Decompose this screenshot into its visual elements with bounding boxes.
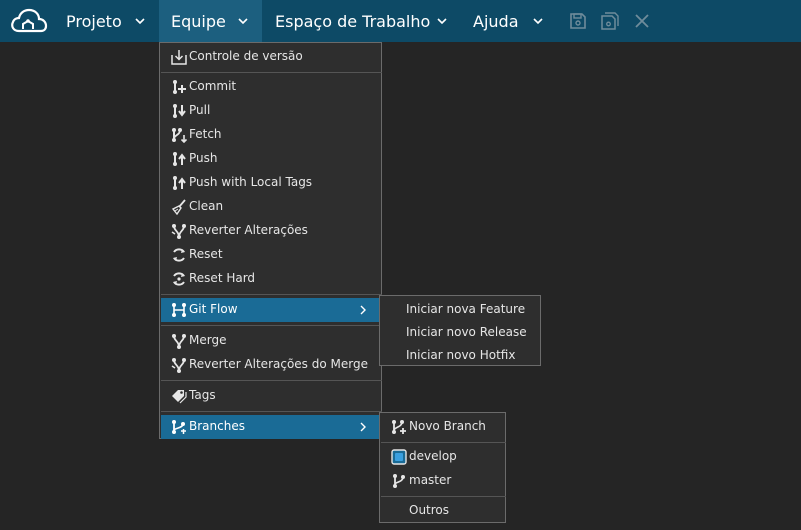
menu-equipe-label: Equipe: [171, 11, 226, 31]
submenu-item-iniciar-nova-feature[interactable]: Iniciar nova Feature: [381, 298, 541, 320]
git-fetch-icon: [172, 128, 187, 143]
menu-item-reset[interactable]: Reset: [161, 243, 382, 267]
menu-equipe[interactable]: Equipe: [159, 0, 262, 42]
save-all-icon[interactable]: [601, 12, 619, 30]
reset-hard-icon: [173, 272, 185, 286]
close-icon[interactable]: [633, 12, 651, 30]
menu-item-clean[interactable]: Clean: [161, 195, 382, 219]
equipe-dropdown-menu: Controle de versão Commit Pull Fetch Pus…: [159, 42, 382, 439]
branch-item-develop[interactable]: develop: [381, 445, 506, 469]
menu-espaco-de-trabalho[interactable]: Espaço de Trabalho: [262, 0, 460, 42]
menu-separator: [161, 294, 382, 295]
menu-separator: [161, 380, 382, 381]
menu-item-reset-hard[interactable]: Reset Hard: [161, 267, 382, 291]
git-flow-submenu: Iniciar nova Feature Iniciar novo Releas…: [379, 295, 541, 366]
download-box-icon: [171, 50, 187, 65]
menu-item-controle-de-versao[interactable]: Controle de versão: [161, 45, 382, 69]
menu-item-label: Commit: [189, 79, 237, 93]
menu-item-branches[interactable]: Branches: [161, 415, 382, 439]
menu-separator: [161, 411, 382, 412]
current-branch-checkbox-icon: [391, 449, 407, 465]
menu-item-pull[interactable]: Pull: [161, 99, 382, 123]
branch-name: develop: [409, 449, 457, 463]
submenu-item-iniciar-novo-hotfix[interactable]: Iniciar novo Hotfix: [381, 344, 541, 366]
menu-item-push-with-local-tags[interactable]: Push with Local Tags: [161, 171, 382, 195]
menu-separator: [161, 325, 382, 326]
menu-item-label: Push with Local Tags: [189, 175, 313, 189]
menu-item-reverter-alteracoes-do-merge[interactable]: Reverter Alterações do Merge: [161, 353, 382, 377]
broom-icon: [171, 199, 186, 215]
git-branches-icon: [172, 420, 186, 434]
submenu-item-outros[interactable]: Outros: [381, 499, 506, 523]
git-revert-icon: [171, 224, 186, 239]
branches-submenu: Novo Branch develop master Outros: [379, 412, 506, 523]
tags-icon: [172, 390, 187, 404]
menu-ajuda-label: Ajuda: [473, 11, 519, 31]
submenu-item-iniciar-novo-release[interactable]: Iniciar novo Release: [381, 321, 541, 343]
chevron-down-icon: [437, 18, 447, 25]
menu-item-label: Merge: [189, 333, 227, 347]
git-push-icon: [173, 152, 186, 166]
git-branch-icon: [393, 474, 405, 488]
menu-item-label: Reverter Alterações: [189, 223, 308, 237]
menu-item-label: Branches: [189, 419, 245, 433]
menu-item-label: Clean: [189, 199, 224, 213]
submenu-item-label: Novo Branch: [409, 419, 486, 433]
chevron-right-icon: [360, 422, 366, 432]
menu-item-tags[interactable]: Tags: [161, 384, 382, 408]
git-pull-icon: [173, 104, 186, 118]
menu-separator: [381, 496, 506, 497]
reset-icon: [173, 248, 185, 262]
submenu-item-novo-branch[interactable]: Novo Branch: [381, 415, 506, 439]
save-icon[interactable]: [569, 12, 587, 30]
menu-separator: [161, 72, 382, 73]
menu-item-label: Reset: [189, 247, 223, 261]
cloud-logo-icon[interactable]: [9, 7, 49, 35]
git-branch-add-icon: [392, 420, 406, 434]
chevron-right-icon: [360, 305, 366, 315]
menu-item-git-flow[interactable]: Git Flow: [161, 298, 382, 322]
menu-item-label: Reverter Alterações do Merge: [189, 357, 368, 371]
submenu-item-label: Outros: [409, 503, 450, 517]
menu-item-label: Tags: [189, 388, 216, 402]
menu-item-push[interactable]: Push: [161, 147, 382, 171]
chevron-down-icon: [135, 18, 145, 25]
branch-name: master: [409, 473, 452, 487]
menu-item-fetch[interactable]: Fetch: [161, 123, 382, 147]
git-push-tags-icon: [173, 176, 186, 190]
git-commit-icon: [173, 80, 186, 94]
menu-item-label: Reset Hard: [189, 271, 256, 285]
menu-item-label: Pull: [189, 103, 211, 117]
menu-item-label: Push: [189, 151, 218, 165]
submenu-item-label: Iniciar novo Release: [406, 325, 527, 339]
chevron-down-icon: [533, 18, 543, 25]
submenu-item-label: Iniciar novo Hotfix: [406, 348, 516, 362]
menu-item-reverter-alteracoes[interactable]: Reverter Alterações: [161, 219, 382, 243]
git-merge-icon: [172, 334, 186, 349]
menu-item-merge[interactable]: Merge: [161, 329, 382, 353]
menu-item-label: Fetch: [189, 127, 222, 141]
menu-separator: [381, 442, 506, 443]
menu-espaco-label: Espaço de Trabalho: [275, 11, 431, 31]
submenu-item-label: Iniciar nova Feature: [406, 302, 526, 316]
menu-item-label: Controle de versão: [189, 49, 303, 63]
menu-ajuda[interactable]: Ajuda: [460, 0, 556, 42]
menu-bar: Projeto Equipe Espaço de Trabalho Ajuda: [0, 0, 801, 42]
menu-projeto[interactable]: Projeto: [52, 0, 159, 42]
branch-item-master[interactable]: master: [381, 469, 506, 493]
git-flow-icon: [172, 303, 186, 317]
menu-projeto-label: Projeto: [66, 11, 122, 31]
menu-item-commit[interactable]: Commit: [161, 75, 382, 99]
git-merge-revert-icon: [171, 358, 186, 373]
chevron-down-icon: [238, 18, 248, 25]
menu-item-label: Git Flow: [189, 302, 238, 316]
